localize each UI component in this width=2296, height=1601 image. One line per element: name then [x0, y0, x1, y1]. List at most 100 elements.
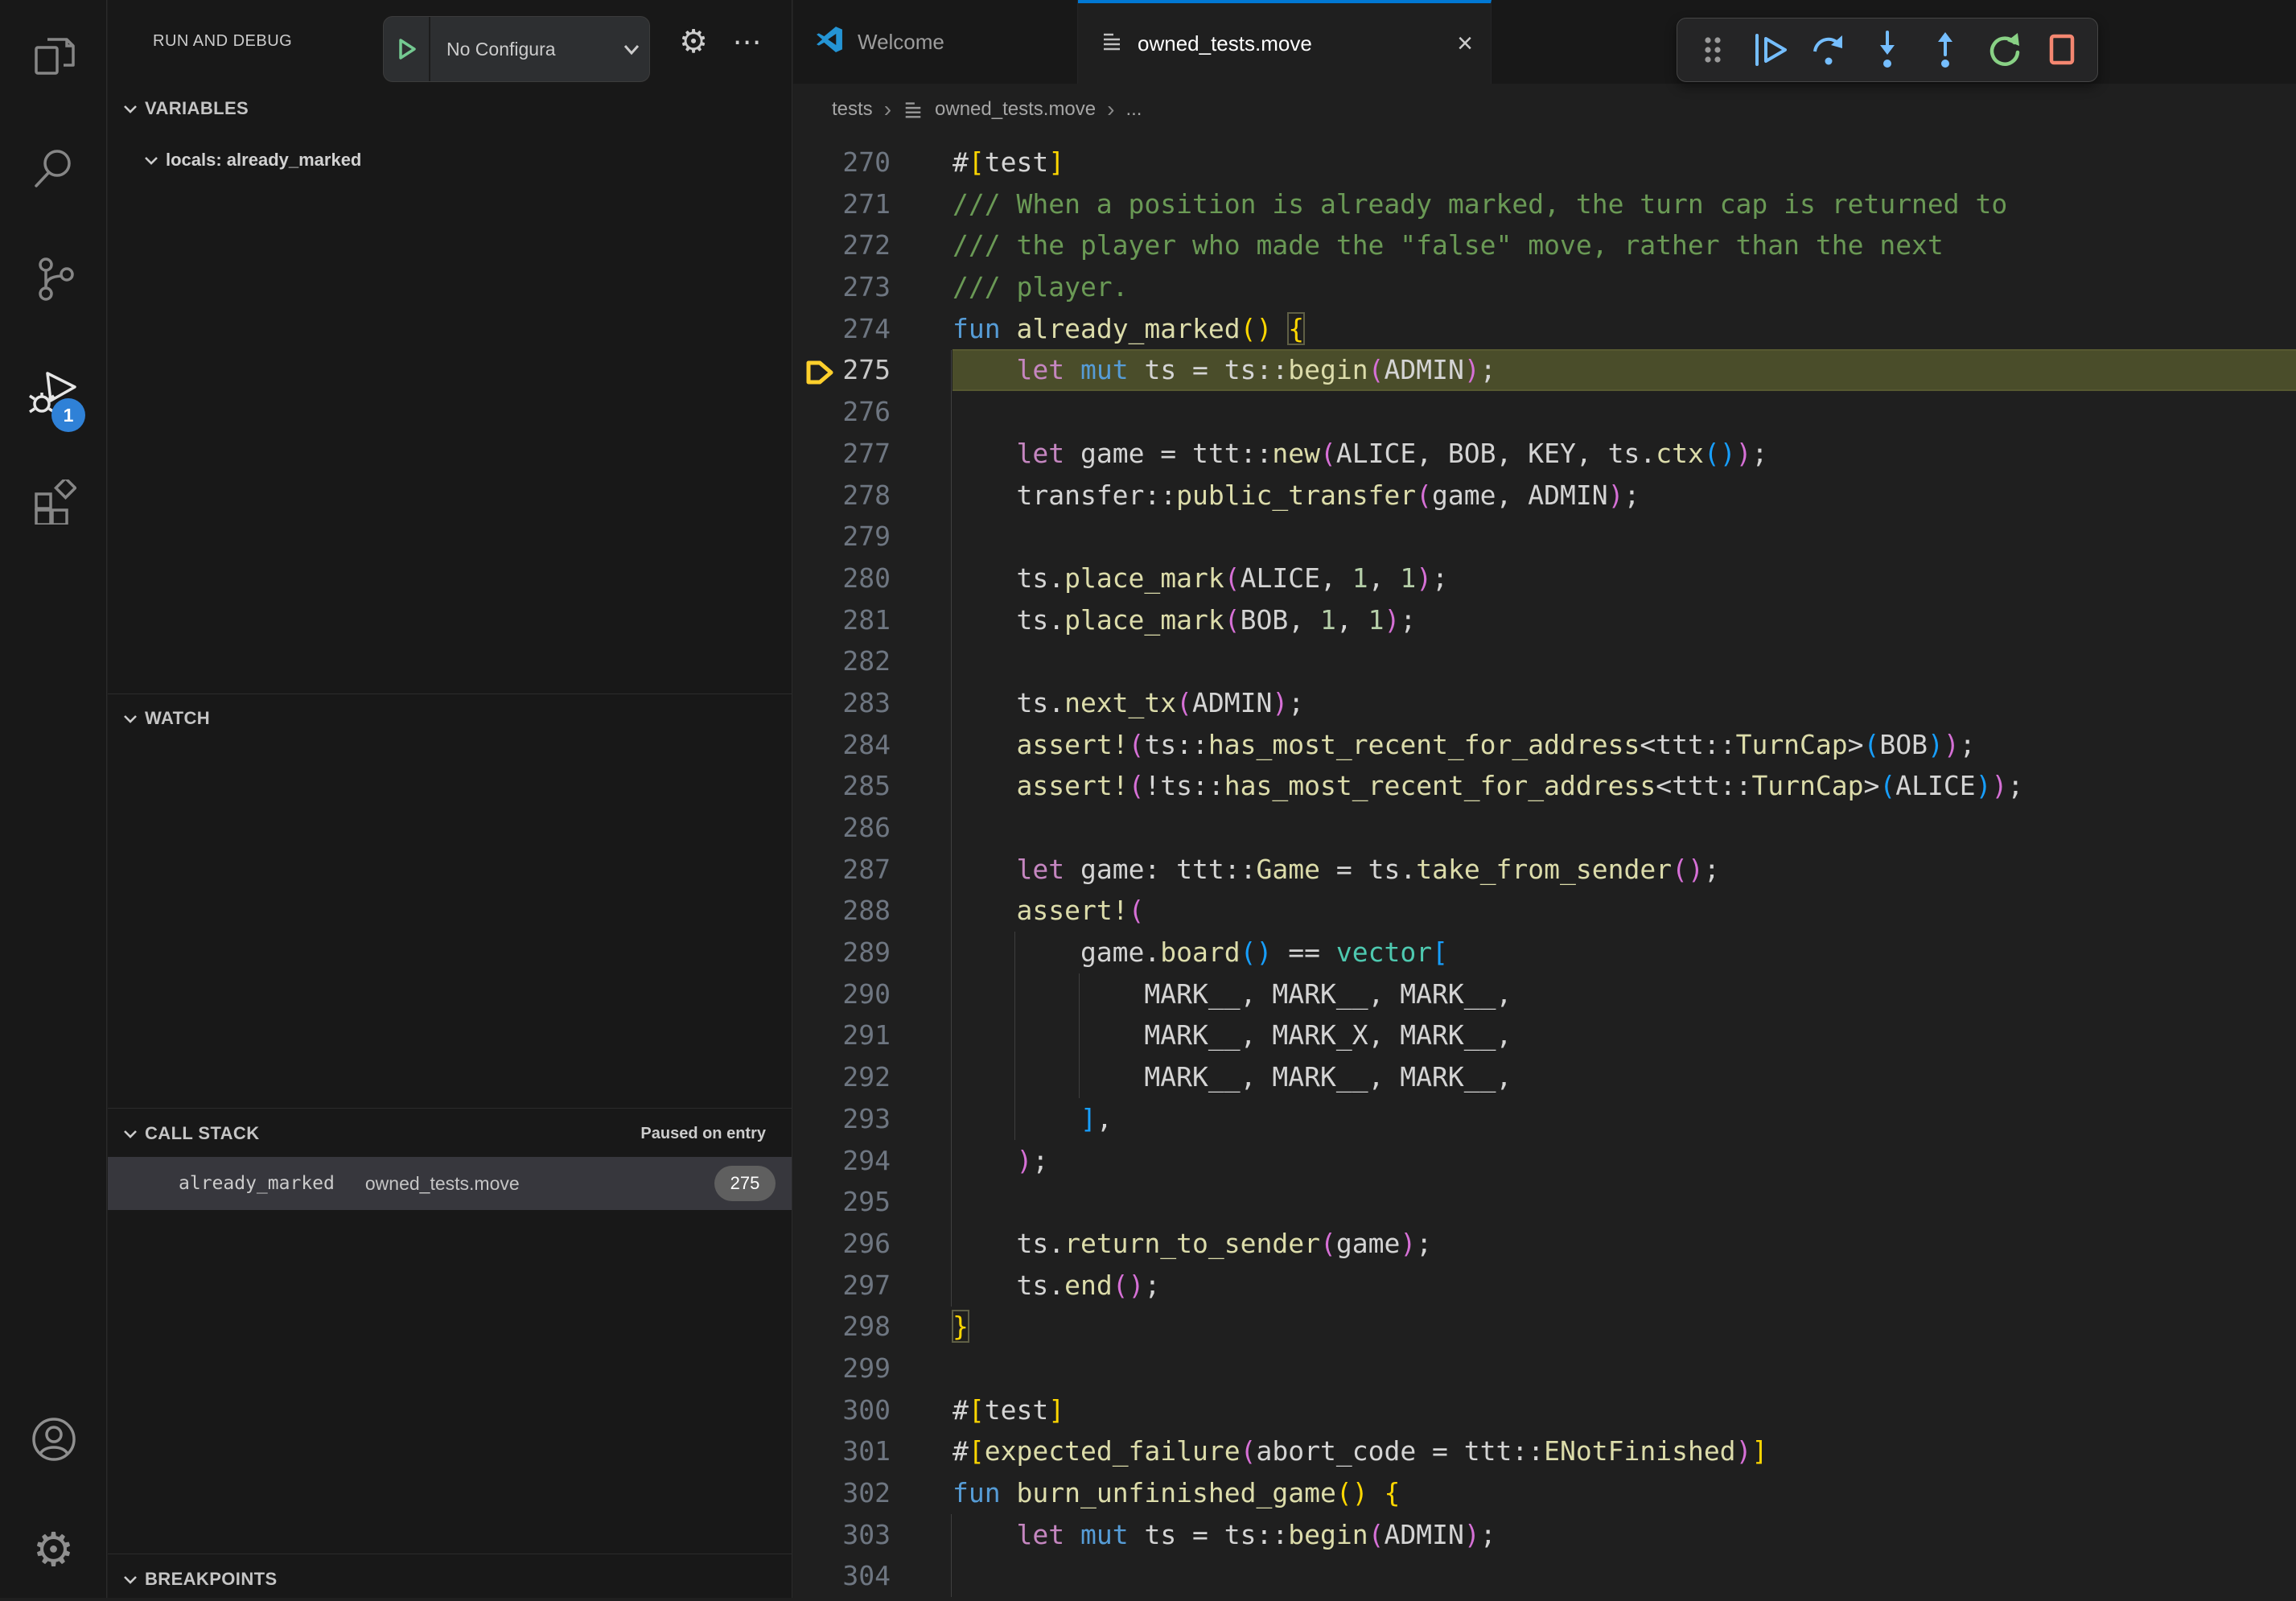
line-number[interactable]: 274 [793, 308, 953, 350]
code-line-288[interactable]: 288 assert!( [793, 890, 2296, 932]
code-line-292[interactable]: 292 MARK__, MARK__, MARK__, [793, 1056, 2296, 1098]
line-number[interactable]: 280 [793, 558, 953, 599]
code-line-278[interactable]: 278 transfer::public_transfer(game, ADMI… [793, 475, 2296, 517]
close-icon[interactable]: × [1457, 30, 1473, 57]
line-number[interactable]: 299 [793, 1348, 953, 1389]
code-line-275[interactable]: 275 let mut ts = ts::begin(ADMIN); [793, 349, 2296, 391]
line-number[interactable]: 281 [793, 599, 953, 641]
breakpoints-section-header[interactable]: BREAKPOINTS [108, 1558, 792, 1601]
code-line-301[interactable]: 301#[expected_failure(abort_code = ttt::… [793, 1430, 2296, 1472]
step-out-icon[interactable] [1923, 27, 1968, 72]
line-number[interactable]: 277 [793, 433, 953, 475]
more-actions-ellipsis-icon[interactable]: ⋯ [726, 18, 771, 66]
code-line-280[interactable]: 280 ts.place_mark(ALICE, 1, 1); [793, 558, 2296, 599]
line-number[interactable]: 298 [793, 1306, 953, 1348]
line-number[interactable]: 302 [793, 1472, 953, 1514]
line-number[interactable]: 288 [793, 890, 953, 932]
debug-settings-gear-icon[interactable]: ⚙ [671, 18, 716, 66]
line-number[interactable]: 300 [793, 1389, 953, 1431]
line-number[interactable]: 270 [793, 142, 953, 183]
code-line-279[interactable]: 279 [793, 516, 2296, 558]
code-editor[interactable]: 270#[test]271/// When a position is alre… [793, 135, 2296, 1598]
line-number[interactable]: 282 [793, 640, 953, 682]
line-number[interactable]: 290 [793, 973, 953, 1015]
line-number[interactable]: 278 [793, 475, 953, 517]
start-debug-icon[interactable] [384, 17, 430, 81]
line-number[interactable]: 271 [793, 183, 953, 225]
line-number[interactable]: 297 [793, 1265, 953, 1307]
code-line-296[interactable]: 296 ts.return_to_sender(game); [793, 1223, 2296, 1265]
line-number[interactable]: 286 [793, 807, 953, 849]
code-line-293[interactable]: 293 ], [793, 1098, 2296, 1140]
line-number[interactable]: 303 [793, 1514, 953, 1556]
search-icon[interactable] [0, 124, 107, 212]
variables-scope-row[interactable]: locals: already_marked [108, 137, 792, 183]
code-line-297[interactable]: 297 ts.end(); [793, 1265, 2296, 1307]
line-number[interactable]: 284 [793, 724, 953, 766]
code-line-277[interactable]: 277 let game = ttt::new(ALICE, BOB, KEY,… [793, 433, 2296, 475]
code-line-304[interactable]: 304 [793, 1555, 2296, 1597]
code-line-271[interactable]: 271/// When a position is already marked… [793, 183, 2296, 225]
line-number[interactable]: 285 [793, 765, 953, 807]
line-number[interactable]: 287 [793, 849, 953, 891]
tab-welcome[interactable]: Welcome [793, 0, 1078, 84]
code-line-283[interactable]: 283 ts.next_tx(ADMIN); [793, 682, 2296, 724]
code-line-295[interactable]: 295 [793, 1181, 2296, 1223]
code-line-285[interactable]: 285 assert!(!ts::has_most_recent_for_add… [793, 765, 2296, 807]
step-into-icon[interactable] [1865, 27, 1910, 72]
code-line-299[interactable]: 299 [793, 1348, 2296, 1389]
code-line-273[interactable]: 273/// player. [793, 266, 2296, 308]
code-line-270[interactable]: 270#[test] [793, 142, 2296, 183]
code-line-302[interactable]: 302fun burn_unfinished_game() { [793, 1472, 2296, 1514]
account-icon[interactable] [0, 1395, 107, 1484]
code-line-287[interactable]: 287 let game: ttt::Game = ts.take_from_s… [793, 849, 2296, 891]
line-number[interactable]: 304 [793, 1555, 953, 1597]
step-over-icon[interactable] [1807, 27, 1852, 72]
line-number[interactable]: 295 [793, 1181, 953, 1223]
code-line-286[interactable]: 286 [793, 807, 2296, 849]
line-number[interactable]: 279 [793, 516, 953, 558]
breadcrumb-folder[interactable]: tests [832, 98, 873, 121]
code-line-303[interactable]: 303 let mut ts = ts::begin(ADMIN); [793, 1514, 2296, 1556]
debug-config-dropdown[interactable]: No Configura [383, 16, 650, 82]
stop-icon[interactable] [2039, 27, 2084, 72]
source-control-icon[interactable] [0, 234, 107, 323]
code-line-294[interactable]: 294 ); [793, 1140, 2296, 1182]
code-line-282[interactable]: 282 [793, 640, 2296, 682]
line-number[interactable]: 289 [793, 932, 953, 973]
run-debug-icon[interactable]: 1 [0, 347, 107, 435]
code-line-276[interactable]: 276 [793, 391, 2296, 433]
debug-config-label[interactable]: No Configura [430, 39, 614, 60]
code-line-300[interactable]: 300#[test] [793, 1389, 2296, 1431]
code-line-290[interactable]: 290 MARK__, MARK__, MARK__, [793, 973, 2296, 1015]
tab-owned-tests[interactable]: owned_tests.move × [1078, 0, 1492, 84]
code-line-289[interactable]: 289 game.board() == vector[ [793, 932, 2296, 973]
line-number[interactable]: 273 [793, 266, 953, 308]
code-line-291[interactable]: 291 MARK__, MARK_X, MARK__, [793, 1015, 2296, 1056]
gripper-icon[interactable] [1690, 27, 1735, 72]
restart-icon[interactable] [1981, 27, 2026, 72]
breadcrumb-symbol[interactable]: ... [1125, 98, 1142, 121]
settings-gear-icon[interactable]: ⚙ [0, 1505, 107, 1594]
line-number[interactable]: 272 [793, 224, 953, 266]
breadcrumb-file[interactable]: owned_tests.move [935, 98, 1096, 121]
line-number[interactable]: 291 [793, 1015, 953, 1056]
line-number[interactable]: 293 [793, 1098, 953, 1140]
watch-section-header[interactable]: WATCH [108, 697, 792, 740]
explorer-icon[interactable] [0, 11, 107, 100]
variables-section-header[interactable]: VARIABLES [108, 87, 792, 130]
line-number[interactable]: 296 [793, 1223, 953, 1265]
code-line-284[interactable]: 284 assert!(ts::has_most_recent_for_addr… [793, 724, 2296, 766]
code-line-298[interactable]: 298} [793, 1306, 2296, 1348]
line-number[interactable]: 292 [793, 1056, 953, 1098]
line-number[interactable]: 283 [793, 682, 953, 724]
code-line-272[interactable]: 272/// the player who made the "false" m… [793, 224, 2296, 266]
continue-icon[interactable] [1748, 27, 1793, 72]
line-number[interactable]: 276 [793, 391, 953, 433]
line-number[interactable]: 301 [793, 1430, 953, 1472]
code-line-274[interactable]: 274fun already_marked() { [793, 308, 2296, 350]
call-stack-frame-row[interactable]: already_marked owned_tests.move 275 [108, 1157, 792, 1210]
code-line-281[interactable]: 281 ts.place_mark(BOB, 1, 1); [793, 599, 2296, 641]
line-number[interactable]: 294 [793, 1140, 953, 1182]
call-stack-section-header[interactable]: CALL STACK Paused on entry [108, 1112, 792, 1155]
